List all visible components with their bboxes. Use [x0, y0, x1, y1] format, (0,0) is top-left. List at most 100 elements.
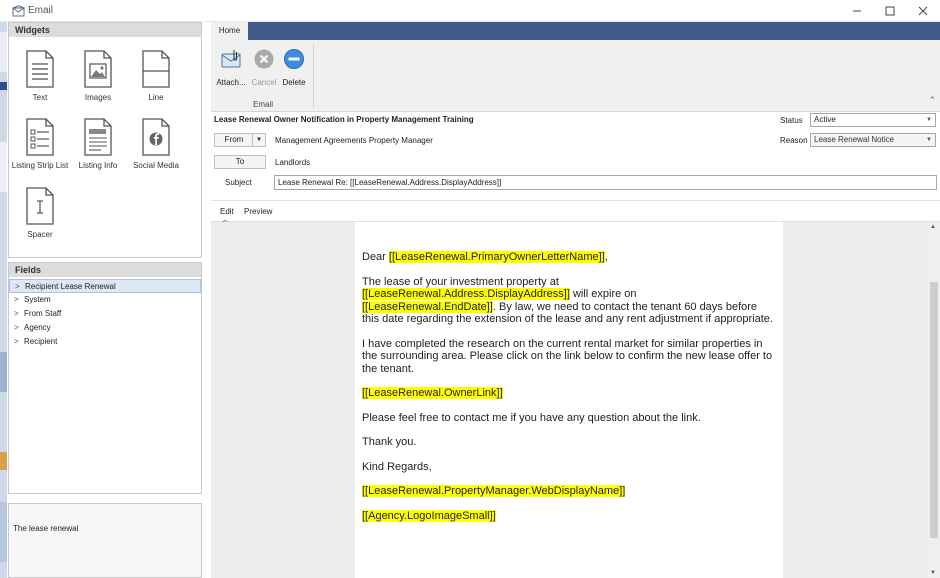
chevron-right-icon[interactable]: >	[14, 321, 19, 335]
email-body[interactable]: Dear [[LeaseRenewal.PrimaryOwnerLetterNa…	[362, 251, 777, 534]
owner-link-paragraph: [[LeaseRenewal.OwnerLink]]	[362, 387, 777, 400]
editor-scrollbar[interactable]: ▲ ▼	[928, 222, 940, 578]
thanks-paragraph: Thank you.	[362, 436, 417, 448]
title-bar: Email	[0, 0, 940, 22]
tab-home[interactable]: Home	[211, 22, 248, 40]
tab-edit[interactable]: Edit	[220, 207, 234, 216]
merge-field-address[interactable]: [[LeaseRenewal.Address.DisplayAddress]]	[362, 288, 570, 300]
maximize-button[interactable]	[881, 3, 899, 19]
maximize-icon	[885, 6, 895, 16]
field-item-label: Agency	[24, 323, 51, 332]
widget-images[interactable]: Images	[68, 50, 128, 102]
chevron-right-icon[interactable]: >	[14, 293, 19, 307]
merge-field-primary-owner[interactable]: [[LeaseRenewal.PrimaryOwnerLetterName]]	[388, 251, 605, 263]
cancel-icon	[254, 49, 274, 69]
text-document-icon	[26, 50, 54, 88]
status-label: Status	[780, 116, 803, 125]
field-item-from-staff[interactable]: > From Staff	[9, 307, 201, 321]
field-item-agency[interactable]: > Agency	[9, 321, 201, 335]
widget-text[interactable]: Text	[10, 50, 70, 102]
window-title: Email	[28, 5, 54, 16]
chevron-down-icon: ▼	[926, 117, 932, 123]
from-value: Management Agreements Property Manager	[275, 136, 433, 145]
reason-value: Lease Renewal Notice	[814, 135, 895, 144]
merge-field-owner-link[interactable]: [[LeaseRenewal.OwnerLink]]	[362, 387, 503, 399]
merge-field-agency-logo[interactable]: [[Agency.LogoImageSmall]]	[362, 509, 496, 522]
research-paragraph: I have completed the research on the cur…	[362, 337, 773, 375]
greeting-paragraph: Dear [[LeaseRenewal.PrimaryOwnerLetterNa…	[362, 251, 777, 264]
social-media-icon	[142, 118, 170, 156]
attach-button[interactable]: Attach...	[215, 48, 247, 87]
chevron-down-icon: ▼	[926, 137, 932, 143]
delete-button[interactable]: Delete	[281, 48, 307, 87]
widget-label: Listing Info	[78, 161, 118, 170]
widget-listing-info[interactable]: Listing Info	[68, 118, 128, 170]
cancel-label: Cancel	[251, 78, 277, 87]
reason-select[interactable]: Lease Renewal Notice ▼	[810, 133, 936, 147]
scroll-down-icon[interactable]: ▼	[930, 570, 936, 576]
description-panel: The lease renewal	[8, 503, 202, 578]
listing-strip-list-icon	[26, 118, 54, 156]
minimize-icon	[853, 10, 861, 12]
ribbon: Attach... Cancel Delete Email ⌃	[211, 40, 940, 112]
collapse-ribbon-icon[interactable]: ⌃	[928, 95, 936, 106]
email-app-icon	[12, 5, 25, 17]
widgets-header: Widgets	[9, 23, 201, 37]
merge-field-end-date[interactable]: [[LeaseRenewal.EndDate]]	[362, 300, 493, 313]
reason-label: Reason	[780, 136, 808, 145]
delete-icon	[284, 49, 304, 69]
widget-label: Social Media	[133, 161, 179, 170]
email-body-page[interactable]: Dear [[LeaseRenewal.PrimaryOwnerLetterNa…	[355, 222, 783, 578]
paragraph-text: The lease of your investment property at	[362, 275, 559, 288]
regards-paragraph: Kind Regards,	[362, 460, 432, 473]
widget-listing-strip-list[interactable]: Listing Strip List	[10, 118, 70, 170]
fields-header: Fields	[9, 263, 201, 277]
contact-paragraph: Please feel free to contact me if you ha…	[362, 411, 701, 424]
chevron-right-icon[interactable]: >	[14, 335, 19, 349]
status-select[interactable]: Active ▼	[810, 113, 936, 127]
email-heading: Lease Renewal Owner Notification in Prop…	[214, 115, 474, 124]
widget-spacer[interactable]: Spacer	[10, 187, 70, 239]
widget-line[interactable]: Line	[126, 50, 186, 102]
field-item-label: Recipient Lease Renewal	[25, 282, 116, 291]
to-button[interactable]: To	[214, 155, 266, 169]
widget-label: Listing Strip List	[11, 161, 69, 170]
signature-paragraph: [[LeaseRenewal.PropertyManager.WebDispla…	[362, 485, 777, 498]
merge-field-property-manager[interactable]: [[LeaseRenewal.PropertyManager.WebDispla…	[362, 485, 626, 497]
chevron-right-icon[interactable]: >	[15, 280, 20, 294]
delete-label: Delete	[282, 78, 306, 87]
field-item-system[interactable]: > System	[9, 293, 201, 307]
to-value: Landlords	[275, 158, 311, 167]
widget-social-media[interactable]: Social Media	[126, 118, 186, 170]
line-document-icon	[142, 50, 170, 88]
status-value: Active	[814, 115, 836, 124]
subject-input[interactable]: Lease Renewal Re: [[LeaseRenewal.Address…	[274, 175, 937, 190]
minimize-button[interactable]	[848, 3, 866, 19]
editor-area[interactable]: Dear [[LeaseRenewal.PrimaryOwnerLetterNa…	[211, 222, 928, 578]
scroll-up-icon[interactable]: ▲	[930, 224, 936, 230]
from-button[interactable]: From	[214, 133, 254, 147]
field-description: The lease renewal	[13, 524, 79, 533]
field-item-label: From Staff	[24, 309, 62, 318]
field-item-recipient[interactable]: > Recipient	[9, 335, 201, 349]
widget-label: Line	[148, 93, 164, 102]
tab-preview[interactable]: Preview	[244, 207, 272, 216]
cancel-button[interactable]: Cancel	[251, 48, 277, 87]
ribbon-group-label: Email	[253, 100, 274, 109]
widget-label: Images	[84, 93, 112, 102]
widgets-panel: Widgets Text Images Line Listing Strip L…	[8, 22, 202, 258]
editor-tabs: Edit Preview	[211, 200, 940, 223]
close-button[interactable]	[914, 3, 932, 19]
ribbon-tab-bar	[211, 22, 940, 40]
scrollbar-thumb[interactable]	[930, 282, 938, 538]
ribbon-group-separator	[313, 44, 314, 108]
logo-paragraph: [[Agency.LogoImageSmall]]	[362, 509, 777, 523]
field-item-label: System	[24, 295, 51, 304]
chevron-right-icon[interactable]: >	[14, 307, 19, 321]
background-window-edge	[0, 22, 7, 578]
attach-label: Attach...	[216, 78, 246, 87]
from-dropdown-arrow[interactable]: ▼	[252, 133, 266, 147]
lease-expiry-paragraph: The lease of your investment property at…	[362, 276, 777, 326]
spacer-icon	[26, 187, 54, 225]
field-item-recipient-lease-renewal[interactable]: > Recipient Lease Renewal	[9, 279, 201, 293]
